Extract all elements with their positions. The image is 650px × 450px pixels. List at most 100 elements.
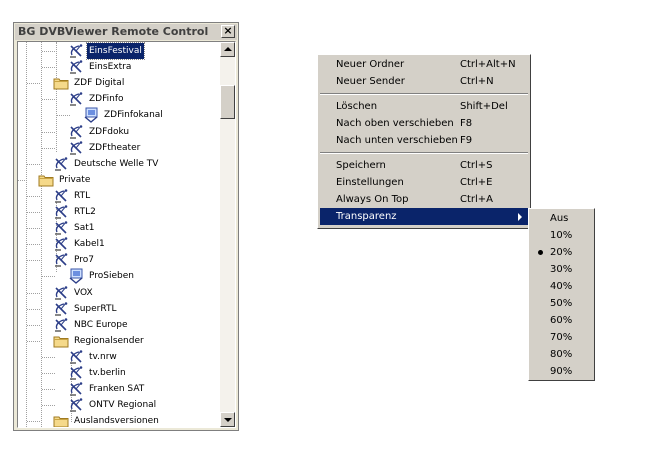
tree-connector [27,341,40,342]
menu-item[interactable]: Einstellungen Ctrl+E [320,174,528,191]
down-arrow-icon [224,418,232,422]
satellite-dish-icon [53,301,69,317]
transparency-option[interactable]: 90% [531,363,592,380]
channel-tree: EinsFestival EinsExtra ZDF Digital ZDFinfo Z… [18,42,221,427]
satellite-dish-icon [68,43,84,59]
menu-item-shortcut: Ctrl+S [460,160,493,171]
tree-item-label: EinsExtra [89,62,132,72]
tree-item-label: ProSieben [89,271,134,281]
transparency-option[interactable]: 60% [531,312,592,329]
tree-connector [42,51,55,52]
tree-connector [42,373,55,374]
folder-icon [53,75,69,91]
menu-item[interactable]: Speichern Ctrl+S [320,157,528,174]
tree-item-label: ZDFtheater [89,143,141,153]
menu-separator [320,93,528,95]
tree-item-label: Private [59,175,91,185]
menu-item-label: Speichern [336,160,386,171]
scroll-up-button[interactable] [220,42,235,57]
menu-item-label: Nach unten verschieben [336,135,458,146]
tree-connector [42,405,55,406]
menu-item-shortcut: Ctrl+E [460,177,493,188]
satellite-dish-icon [68,349,84,365]
transparency-option[interactable]: 80% [531,346,592,363]
tree-connector [42,389,55,390]
window-title: BG DVBViewer Remote Control [18,25,209,38]
vertical-scrollbar[interactable] [220,42,235,427]
transparency-option[interactable]: 40% [531,278,592,295]
menu-item-shortcut: F9 [460,135,473,146]
satellite-dish-icon [68,397,84,413]
submenu-arrow-icon [518,213,522,221]
menu-item[interactable]: Always On Top Ctrl+A [320,191,528,208]
tree-connector [27,325,40,326]
tree-item-label: Sat1 [74,223,95,233]
tree-item-label: tv.berlin [89,368,126,378]
menu-item[interactable]: Neuer Sender Ctrl+N [320,73,528,90]
tree-item-label: ONTV Regional [89,400,157,410]
satellite-dish-icon [68,124,84,140]
tree-connector [27,212,40,213]
satellite-dish-icon [53,156,69,172]
tree-connector [27,196,40,197]
satellite-dish-icon [53,252,69,268]
transparency-option[interactable]: 20% [531,244,592,261]
tree-guide-line [56,42,57,152]
tree-connector [57,115,70,116]
transparency-option-label: 50% [550,298,573,309]
satellite-dish-icon [53,204,69,220]
satellite-dish-icon [53,317,69,333]
close-icon: × [223,24,233,37]
menu-item[interactable]: Nach unten verschieben F9 [320,132,528,149]
tree-connector [42,67,55,68]
transparency-option-label: 90% [550,366,573,377]
tree-item-label: VOX [74,288,93,298]
folder-icon [53,413,69,427]
menu-item[interactable]: Löschen Shift+Del [320,98,528,115]
transparency-option[interactable]: 10% [531,227,592,244]
up-arrow-icon [224,47,232,51]
tree-connector [27,260,40,261]
satellite-dish-icon [68,59,84,75]
tree-item-label: Auslandsversionen [74,416,159,426]
tree-item-label: RTL [74,191,91,201]
transparency-option-label: 10% [550,230,573,241]
tree-item-label: ZDFinfokanal [104,110,163,120]
tree-item-label: tv.nrw [89,352,117,362]
radio-selected-icon [538,250,543,255]
tree-connector [27,244,40,245]
menu-item-label: Nach oben verschieben [336,118,454,129]
menu-separator [320,152,528,154]
menu-item-label: Neuer Ordner [336,59,405,70]
transparency-option-label: Aus [550,213,569,224]
folder-icon [53,333,69,349]
tree-item-label: Franken SAT [89,384,145,394]
remote-control-window: BG DVBViewer Remote Control × EinsFestiv… [13,22,239,431]
close-button[interactable]: × [221,25,235,38]
menu-item-label: Neuer Sender [336,76,405,87]
menu-item-shortcut: Ctrl+A [460,194,494,205]
channel-tree-panel: EinsFestival EinsExtra ZDF Digital ZDFinfo Z… [17,41,236,428]
transparency-option[interactable]: 70% [531,329,592,346]
tv-channel-icon [68,268,84,284]
tree-connector [27,309,40,310]
tree-item-label: RTL2 [74,207,96,217]
menu-item-shortcut: Ctrl+Alt+N [460,59,516,70]
context-menu: Neuer Ordner Ctrl+Alt+N Neuer Sender Ctrl+N… [317,54,531,229]
menu-item-label: Einstellungen [336,177,404,188]
tree-connector [27,83,40,84]
title-bar[interactable]: BG DVBViewer Remote Control × [15,24,237,40]
satellite-dish-icon [68,140,84,156]
satellite-dish-icon [68,91,84,107]
transparency-option[interactable]: 50% [531,295,592,312]
menu-item[interactable]: Transparenz [320,208,528,225]
tree-connector [42,276,55,277]
scroll-down-button[interactable] [220,412,235,427]
menu-item[interactable]: Nach oben verschieben F8 [320,115,528,132]
transparency-option-label: 30% [550,264,573,275]
transparency-option[interactable]: 30% [531,261,592,278]
transparency-option[interactable]: Aus [531,210,592,227]
menu-item[interactable]: Neuer Ordner Ctrl+Alt+N [320,56,528,73]
satellite-dish-icon [53,236,69,252]
scroll-thumb[interactable] [220,85,235,119]
